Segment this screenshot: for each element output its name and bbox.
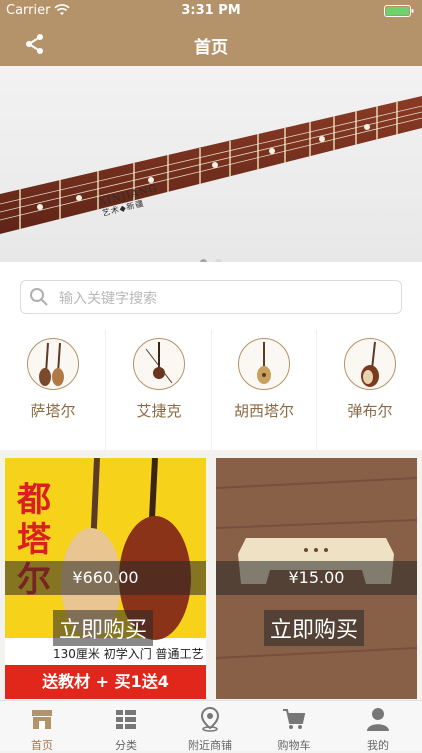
- product-price: ¥15.00: [216, 561, 417, 595]
- category-item-tanbuer[interactable]: 弹布尔: [317, 338, 422, 438]
- tab-bar: 首页 分类 附近商铺 购物车 我的: [0, 700, 422, 753]
- tab-label: 购物车: [277, 739, 311, 752]
- tanbuer-instrument-icon: [344, 338, 396, 390]
- sataer-instrument-icon: [27, 338, 79, 390]
- user-icon: [367, 708, 389, 731]
- category-label: 胡西塔尔: [233, 402, 294, 420]
- tab-category[interactable]: 分类: [84, 704, 168, 753]
- location-icon: [200, 706, 220, 732]
- category-bar: 萨塔尔 艾捷克 胡西塔尔 弹布尔: [0, 330, 422, 450]
- battery-icon: [384, 5, 414, 17]
- ad-line: 130厘米 初学入门 普通工艺: [53, 647, 204, 661]
- nav-bar: 首页: [0, 22, 422, 66]
- aijieke-instrument-icon: [133, 338, 185, 390]
- carousel-pager[interactable]: [0, 251, 422, 262]
- status-time: 3:31 PM: [181, 3, 241, 18]
- tab-cart[interactable]: 购物车: [252, 704, 336, 753]
- tab-nearby-shops[interactable]: 附近商铺: [168, 704, 252, 753]
- product-card[interactable]: ¥15.00 立即购买: [216, 458, 417, 699]
- tab-label: 附近商铺: [188, 739, 232, 752]
- huxitaer-instrument-icon: [238, 338, 290, 390]
- tab-label: 我的: [367, 739, 389, 752]
- banner-carousel[interactable]: XINJIANG 艺术◆新疆: [0, 66, 422, 262]
- category-item-aijieke[interactable]: 艾捷克: [106, 338, 212, 438]
- category-label: 萨塔尔: [30, 402, 76, 420]
- category-label: 艾捷克: [136, 402, 182, 420]
- search-section: 输入关键字搜索: [0, 262, 422, 330]
- cart-icon: [283, 709, 306, 729]
- tab-label: 首页: [31, 739, 53, 752]
- tab-profile[interactable]: 我的: [336, 704, 420, 753]
- category-item-huxitaer[interactable]: 胡西塔尔: [211, 338, 317, 438]
- product-card[interactable]: 都塔尔 130厘米 初学入门 普通工艺 送教材 + 买1送4 ¥660.00 立…: [5, 458, 206, 699]
- search-placeholder: 输入关键字搜索: [59, 291, 157, 307]
- ad-promo: 送教材 + 买1送4: [42, 672, 169, 691]
- buy-now-button[interactable]: 立即购买: [53, 610, 154, 646]
- tab-label: 分类: [115, 739, 137, 752]
- status-bar: Carrier 3:31 PM: [0, 0, 422, 22]
- category-label: 弹布尔: [347, 402, 393, 420]
- product-grid: 都塔尔 130厘米 初学入门 普通工艺 送教材 + 买1送4 ¥660.00 立…: [0, 450, 422, 700]
- product-price: ¥660.00: [5, 561, 206, 595]
- shop-icon: [32, 710, 52, 729]
- tab-home[interactable]: 首页: [0, 704, 84, 753]
- search-icon: [30, 288, 48, 306]
- buy-now-button[interactable]: 立即购买: [264, 610, 365, 646]
- search-input[interactable]: 输入关键字搜索: [20, 280, 402, 314]
- page-title: 首页: [194, 38, 228, 58]
- category-item-sataer[interactable]: 萨塔尔: [0, 338, 106, 438]
- category-icon: [116, 710, 136, 729]
- banner-image: [0, 96, 422, 234]
